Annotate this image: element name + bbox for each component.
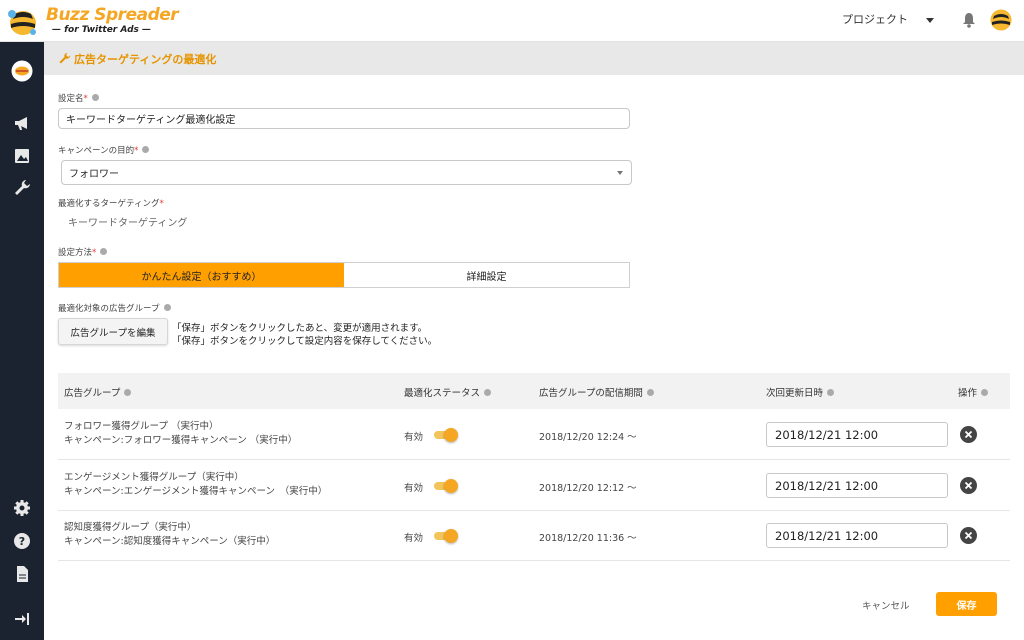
megaphone-icon[interactable] bbox=[13, 114, 31, 132]
table-row: 認知度獲得グループ（実行中） キャンペーン:認知度獲得キャンペーン（実行中） 有… bbox=[58, 511, 1010, 561]
status-text: 有効 bbox=[404, 432, 424, 443]
period-text: 2018/12/20 11:36 〜 bbox=[539, 533, 637, 544]
table-row: エンゲージメント獲得グループ（実行中） キャンペーン:エンゲージメント獲得キャン… bbox=[58, 461, 1010, 511]
info-icon[interactable] bbox=[100, 248, 108, 255]
app-root: Buzz Spreader — for Twitter Ads — プロジェクト bbox=[0, 0, 1024, 640]
status-toggle[interactable] bbox=[434, 479, 458, 493]
required-mark: * bbox=[159, 199, 164, 209]
setting-name-input[interactable]: キーワードターゲティング最適化設定 bbox=[58, 108, 630, 129]
status-text: 有効 bbox=[404, 483, 424, 494]
save-note-1: 「保存」ボタンをクリックしたあと、変更が適用されます。 bbox=[172, 323, 428, 334]
table-row: フォロワー獲得グループ （実行中） キャンペーン:フォロワー獲得キャンペーン （… bbox=[58, 410, 1010, 460]
ad-group-cell: エンゲージメント獲得グループ（実行中） キャンペーン:エンゲージメント獲得キャン… bbox=[64, 471, 327, 499]
logo-subtitle: — for Twitter Ads — bbox=[52, 25, 152, 35]
chevron-down-icon bbox=[617, 171, 623, 175]
column-header-period: 広告グループの配信期間 bbox=[539, 385, 654, 399]
status-toggle[interactable] bbox=[434, 428, 458, 442]
method-label: 設定方法* bbox=[58, 246, 108, 258]
required-mark: * bbox=[92, 248, 97, 258]
info-icon[interactable] bbox=[646, 389, 654, 396]
page-header: 広告ターゲティングの最適化 bbox=[44, 42, 1024, 75]
document-icon[interactable] bbox=[13, 565, 31, 583]
status-text: 有効 bbox=[404, 533, 424, 544]
help-icon[interactable]: ? bbox=[13, 532, 31, 550]
targeting-label: 最適化するターゲティング* bbox=[58, 199, 164, 209]
top-bar: Buzz Spreader — for Twitter Ads — プロジェクト bbox=[0, 0, 1024, 42]
svg-text:?: ? bbox=[19, 535, 25, 548]
cancel-button[interactable]: キャンセル bbox=[862, 598, 910, 612]
ad-group-cell: 認知度獲得グループ（実行中） キャンペーン:認知度獲得キャンペーン（実行中） bbox=[64, 521, 275, 549]
save-note-2: 「保存」ボタンをクリックして設定内容を保存してください。 bbox=[172, 336, 438, 347]
user-avatar-icon[interactable] bbox=[990, 9, 1012, 31]
app-logo[interactable]: Buzz Spreader — for Twitter Ads — bbox=[6, 4, 179, 38]
ad-group-name: 認知度獲得グループ（実行中） bbox=[64, 522, 197, 533]
method-detail-option[interactable]: 詳細設定 bbox=[344, 263, 629, 287]
info-icon[interactable] bbox=[484, 389, 492, 396]
remove-icon[interactable] bbox=[960, 477, 977, 494]
column-header-status: 最適化ステータス bbox=[404, 385, 492, 399]
column-header-actions: 操作 bbox=[958, 385, 989, 399]
info-icon[interactable] bbox=[142, 146, 150, 153]
caret-down-icon bbox=[926, 17, 934, 23]
wrench-icon[interactable] bbox=[13, 179, 31, 197]
setting-name-label: 設定名* bbox=[58, 92, 99, 104]
next-update-input[interactable]: 2018/12/21 12:00 bbox=[766, 422, 948, 447]
save-button[interactable]: 保存 bbox=[936, 592, 997, 616]
remove-icon[interactable] bbox=[960, 426, 977, 443]
page-title: 広告ターゲティングの最適化 bbox=[74, 53, 217, 66]
bee-logo-icon bbox=[8, 10, 36, 35]
project-label: プロジェクト bbox=[842, 13, 908, 26]
brand-icon[interactable] bbox=[11, 60, 33, 82]
required-mark: * bbox=[83, 94, 88, 104]
campaign-goal-value: フォロワー bbox=[69, 169, 119, 180]
column-header-ad-group: 広告グループ bbox=[64, 385, 132, 399]
campaign-goal-label: キャンペーンの目的* bbox=[58, 144, 150, 156]
logout-icon[interactable] bbox=[13, 610, 31, 628]
ad-group-cell: フォロワー獲得グループ （実行中） キャンペーン:フォロワー獲得キャンペーン （… bbox=[64, 420, 297, 448]
campaign-name: キャンペーン:フォロワー獲得キャンペーン （実行中） bbox=[64, 435, 298, 446]
ad-groups-label: 最適化対象の広告グループ bbox=[58, 302, 171, 314]
campaign-goal-select[interactable]: フォロワー bbox=[61, 160, 632, 185]
remove-icon[interactable] bbox=[960, 527, 977, 544]
project-dropdown[interactable]: プロジェクト bbox=[842, 11, 934, 27]
required-mark: * bbox=[134, 146, 139, 156]
edit-ad-groups-button[interactable]: 広告グループを編集 bbox=[58, 318, 168, 345]
targeting-value: キーワードターゲティング bbox=[68, 218, 188, 229]
campaign-name: キャンペーン:認知度獲得キャンペーン（実行中） bbox=[64, 536, 276, 547]
period-text: 2018/12/20 12:12 〜 bbox=[539, 483, 637, 494]
ad-group-name: フォロワー獲得グループ （実行中） bbox=[64, 421, 219, 432]
info-icon[interactable] bbox=[163, 304, 171, 311]
campaign-name: キャンペーン:エンゲージメント獲得キャンペーン （実行中） bbox=[64, 486, 328, 497]
table-header: 広告グループ 最適化ステータス 広告グループの配信期間 次回更新日時 操作 bbox=[58, 373, 1010, 409]
logo-title: Buzz Spreader bbox=[46, 5, 179, 25]
sidebar: ? bbox=[0, 42, 44, 640]
bell-icon[interactable] bbox=[962, 12, 976, 28]
info-icon[interactable] bbox=[91, 94, 99, 101]
info-icon[interactable] bbox=[124, 389, 132, 396]
wrench-title-icon bbox=[59, 52, 71, 64]
ad-group-name: エンゲージメント獲得グループ（実行中） bbox=[64, 472, 244, 483]
gear-icon[interactable] bbox=[13, 499, 31, 517]
next-update-input[interactable]: 2018/12/21 12:00 bbox=[766, 473, 948, 498]
info-icon[interactable] bbox=[827, 389, 835, 396]
info-icon[interactable] bbox=[981, 389, 989, 396]
column-header-next-update: 次回更新日時 bbox=[766, 385, 835, 399]
image-icon[interactable] bbox=[13, 147, 31, 165]
method-easy-option[interactable]: かんたん設定（おすすめ） bbox=[59, 263, 344, 287]
period-text: 2018/12/20 12:24 〜 bbox=[539, 432, 637, 443]
next-update-input[interactable]: 2018/12/21 12:00 bbox=[766, 523, 948, 548]
status-toggle[interactable] bbox=[434, 529, 458, 543]
method-segmented-control: かんたん設定（おすすめ） 詳細設定 bbox=[58, 262, 630, 288]
